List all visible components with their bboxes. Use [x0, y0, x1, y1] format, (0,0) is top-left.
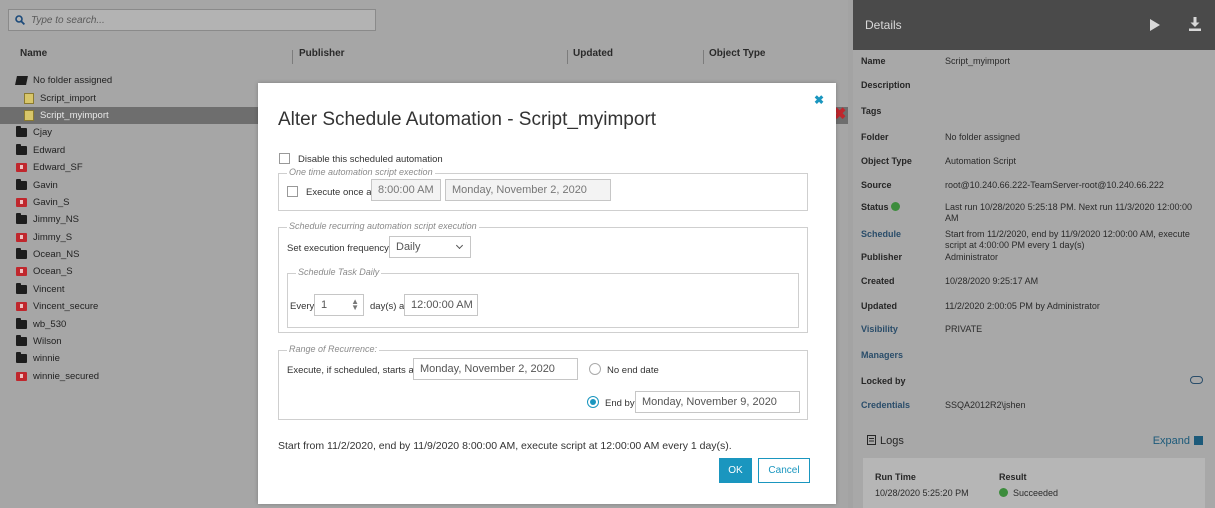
- success-icon: [999, 488, 1008, 497]
- every-label: Every: [290, 301, 315, 312]
- end-by-radio[interactable]: [587, 396, 599, 408]
- close-icon[interactable]: ✖: [814, 93, 824, 107]
- execute-once-option[interactable]: Execute once at:: [287, 186, 377, 198]
- details-header: Details: [853, 0, 1215, 50]
- column-header-name[interactable]: Name: [20, 48, 47, 68]
- alter-schedule-dialog: ✖ Alter Schedule Automation - Script_myi…: [258, 83, 836, 504]
- script-icon: [24, 109, 34, 121]
- folder-icon: [16, 143, 27, 155]
- days-at-label: day(s) at: [370, 301, 407, 312]
- lock-toggle-icon[interactable]: [1190, 376, 1203, 384]
- no-end-date-radio[interactable]: [589, 363, 601, 375]
- folder-icon: [16, 213, 27, 225]
- open-folder-icon: [15, 76, 28, 86]
- folder-icon: [16, 126, 27, 138]
- start-date-field[interactable]: Monday, November 2, 2020: [413, 358, 578, 380]
- recurring-group: Schedule recurring automation script exe…: [278, 221, 808, 333]
- secure-folder-icon: [16, 197, 27, 207]
- document-icon: [867, 435, 876, 445]
- disable-automation-option[interactable]: Disable this scheduled automation: [279, 153, 443, 165]
- ok-button[interactable]: OK: [719, 458, 752, 483]
- frequency-label: Set execution frequency:: [287, 243, 392, 254]
- logs-section: Logs Expand Run Time Result 10/28/2020 5…: [853, 430, 1215, 508]
- column-header-publisher[interactable]: Publisher: [299, 48, 345, 68]
- chevron-down-icon: [455, 241, 464, 250]
- play-icon[interactable]: [1150, 19, 1160, 31]
- folder-icon: [16, 335, 27, 347]
- secure-folder-icon: [16, 267, 27, 277]
- every-days-stepper[interactable]: 1 ▲ ▼: [314, 294, 364, 316]
- logs-col-result: Result: [999, 472, 1027, 482]
- column-header-object-type[interactable]: Object Type: [709, 48, 766, 68]
- folder-icon: [16, 178, 27, 190]
- search-icon: [15, 15, 25, 25]
- daily-group: Schedule Task Daily Every 1 ▲ ▼ day(s) at …: [287, 267, 799, 328]
- script-icon: [24, 92, 34, 104]
- starts-at-label: Execute, if scheduled, starts at:: [287, 365, 420, 376]
- search-input[interactable]: [31, 14, 331, 26]
- column-header-updated[interactable]: Updated: [573, 48, 613, 68]
- column-separator[interactable]: [567, 50, 568, 64]
- expand-link[interactable]: Expand: [1153, 435, 1203, 447]
- folder-icon: [16, 282, 27, 294]
- log-run-time: 10/28/2020 5:25:20 PM: [875, 488, 969, 498]
- dialog-title: Alter Schedule Automation - Script_myimp…: [278, 109, 657, 130]
- download-icon[interactable]: [1189, 17, 1201, 31]
- secure-folder-icon: [16, 302, 27, 312]
- recurring-legend: Schedule recurring automation script exe…: [287, 221, 479, 231]
- range-legend: Range of Recurrence:: [287, 344, 380, 354]
- secure-folder-icon: [16, 371, 27, 381]
- execute-once-date-field[interactable]: Monday, November 2, 2020: [445, 179, 611, 201]
- folder-icon: [16, 352, 27, 364]
- execute-once-time-field[interactable]: 8:00:00 AM: [371, 179, 441, 201]
- folder-icon: [16, 317, 27, 329]
- details-panel: Details Name Script_myimport Description …: [853, 0, 1215, 508]
- logs-table: Run Time Result 10/28/2020 5:25:20 PM Su…: [863, 458, 1205, 508]
- secure-folder-icon: [16, 163, 27, 173]
- search-box[interactable]: [8, 9, 376, 31]
- range-group: Range of Recurrence: Execute, if schedul…: [278, 344, 808, 420]
- disable-checkbox[interactable]: [279, 153, 290, 164]
- expand-icon: [1194, 436, 1203, 445]
- folder-icon: [16, 248, 27, 260]
- end-by-label[interactable]: End by:: [605, 398, 637, 409]
- no-end-date-label[interactable]: No end date: [607, 365, 659, 376]
- column-separator[interactable]: [703, 50, 704, 64]
- frequency-select[interactable]: Daily: [389, 236, 471, 258]
- details-title: Details: [865, 18, 902, 32]
- daily-legend: Schedule Task Daily: [296, 267, 382, 277]
- schedule-summary: Start from 11/2/2020, end by 11/9/2020 8…: [278, 440, 732, 452]
- log-result: Succeeded: [999, 488, 1058, 498]
- logs-col-run-time: Run Time: [875, 472, 916, 482]
- column-separator[interactable]: [292, 50, 293, 64]
- cancel-button[interactable]: Cancel: [758, 458, 810, 483]
- secure-folder-icon: [16, 232, 27, 242]
- end-date-field[interactable]: Monday, November 9, 2020: [635, 391, 800, 413]
- status-ok-icon: [890, 202, 900, 211]
- execute-once-checkbox[interactable]: [287, 186, 298, 197]
- one-time-group: One time automation script exection Exec…: [278, 167, 808, 211]
- daily-time-field[interactable]: 12:00:00 AM: [404, 294, 478, 316]
- stepper-arrows-icon[interactable]: ▲ ▼: [351, 298, 359, 312]
- one-time-legend: One time automation script exection: [287, 167, 435, 177]
- logs-title: Logs: [867, 435, 904, 447]
